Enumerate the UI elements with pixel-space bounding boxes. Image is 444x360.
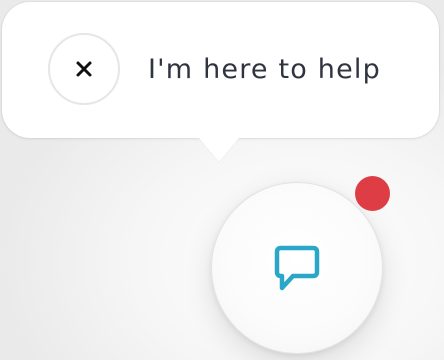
chat-bubble-icon	[274, 245, 320, 291]
chat-launcher-button[interactable]	[211, 182, 383, 354]
help-popup: I'm here to help	[2, 2, 439, 162]
help-message: I'm here to help	[148, 54, 381, 85]
notification-badge	[355, 176, 390, 211]
close-button[interactable]	[48, 33, 120, 105]
popup-pointer	[199, 138, 239, 162]
close-icon	[76, 61, 92, 77]
help-popup-bubble: I'm here to help	[2, 2, 439, 138]
